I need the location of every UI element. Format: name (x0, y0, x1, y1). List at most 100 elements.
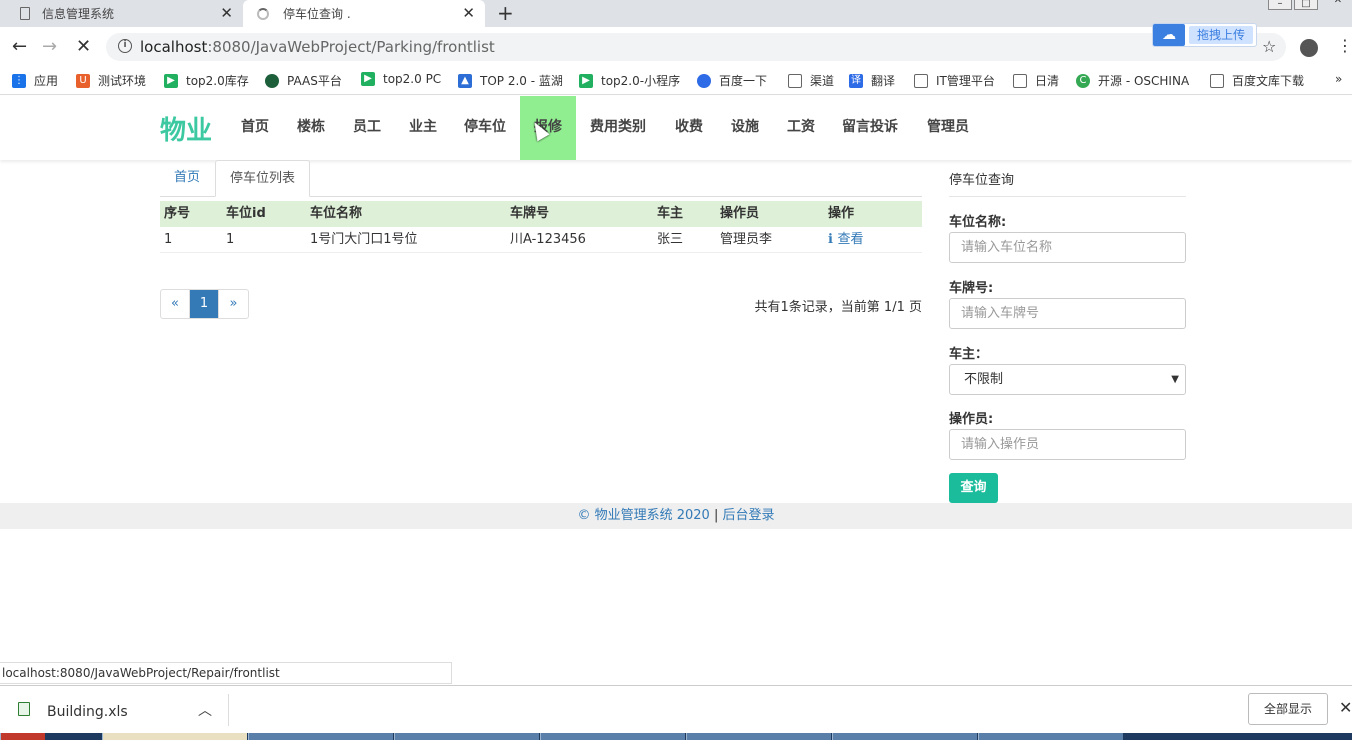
play-icon: ▶ (164, 73, 178, 88)
new-tab-icon[interactable]: + (497, 1, 514, 25)
column-header: 车位名称 (310, 206, 363, 221)
operator-input[interactable]: 请输入操作员 (949, 429, 1186, 460)
bookmark-item[interactable]: U 测试环境 (76, 72, 146, 89)
address-bar-url[interactable]: localhost:8080/JavaWebProject/Parking/fr… (140, 38, 495, 56)
bookmark-label: 日清 (1035, 74, 1060, 88)
show-all-downloads-button[interactable]: 全部显示 (1248, 693, 1328, 725)
nav-owner[interactable]: 业主 (400, 96, 446, 160)
os-taskbar (0, 733, 1352, 740)
bookmark-item[interactable]: C 开源 - OSCHINA (1076, 72, 1189, 89)
bookmark-item[interactable]: 百度文库下载 (1210, 72, 1304, 89)
upload-widget[interactable]: ☁ 拖拽上传 (1152, 23, 1257, 47)
column-header: 序号 (164, 206, 191, 221)
baidu-paw-icon (697, 73, 711, 88)
bookmark-item[interactable]: 百度一下 (697, 72, 767, 89)
nav-charges[interactable]: 收费 (666, 96, 712, 160)
bookmark-item[interactable]: ▶ top2.0-小程序 (579, 72, 680, 89)
column-header: 车牌号 (510, 206, 550, 221)
bookmark-item[interactable]: IT管理平台 (914, 72, 995, 89)
site-brand[interactable]: 物业 (160, 110, 212, 147)
taskbar-item[interactable] (540, 733, 685, 740)
breadcrumb: 首页 停车位列表 (160, 160, 922, 197)
bookmark-apps[interactable]: ⋮ 应用 (12, 72, 58, 89)
nav-salary[interactable]: 工资 (778, 96, 824, 160)
tab-title: 信息管理系统 (42, 7, 115, 21)
pagination-info: 共有1条记录，当前第 1/1 页 (754, 300, 922, 315)
copyright-text: © 物业管理系统 2020 (577, 508, 710, 523)
taskbar-item[interactable] (102, 733, 247, 740)
document-icon (788, 73, 802, 88)
taskbar-item[interactable] (832, 733, 977, 740)
minimize-icon[interactable]: – (1268, 0, 1292, 10)
play-icon: ▶ (361, 72, 375, 86)
taskbar-item[interactable] (248, 733, 393, 740)
forward-icon[interactable]: → (42, 36, 57, 57)
nav-home[interactable]: 首页 (232, 96, 278, 160)
bookmark-label: TOP 2.0 - 蓝湖 (480, 74, 563, 88)
bookmark-item[interactable]: ▶ top2.0库存 (164, 72, 249, 89)
bookmark-item[interactable]: ▶ top2.0 PC (361, 72, 441, 86)
browser-tab[interactable]: 信息管理系统 ✕ (0, 0, 243, 27)
bookmark-item[interactable]: 日清 (1013, 72, 1059, 89)
nav-staff[interactable]: 员工 (344, 96, 390, 160)
nav-admin[interactable]: 管理员 (918, 96, 978, 160)
column-header: 操作员 (720, 206, 760, 221)
close-tab-icon[interactable]: ✕ (220, 4, 233, 22)
menu-icon[interactable]: ⋮ (1337, 36, 1352, 55)
view-link-label: 查看 (837, 232, 864, 247)
apps-grid-icon: ⋮ (12, 73, 26, 88)
site-footer: © 物业管理系统 2020 | 后台登录 (0, 503, 1352, 529)
table-header: 序号 车位id 车位名称 车牌号 车主 操作员 操作 (160, 201, 922, 227)
nav-fee-category[interactable]: 费用类别 (582, 96, 654, 160)
bookmark-star-icon[interactable]: ☆ (1262, 37, 1276, 56)
bookmark-label: 测试环境 (98, 74, 147, 88)
owner-select[interactable]: 不限制 ▼ (949, 364, 1186, 395)
search-button[interactable]: 查询 (949, 473, 998, 503)
chevron-up-icon[interactable]: ︿ (198, 700, 212, 720)
stop-loading-icon[interactable]: ✕ (76, 36, 91, 57)
back-icon[interactable]: ← (12, 36, 27, 57)
taskbar-item[interactable] (978, 733, 1123, 740)
admin-login-link[interactable]: 后台登录 (723, 508, 775, 523)
site-info-icon[interactable]: i (118, 39, 132, 53)
taskbar-item[interactable] (394, 733, 539, 740)
nav-repair[interactable]: 报修 (520, 96, 576, 160)
bookmark-item[interactable]: 译翻译 (849, 72, 895, 89)
name-input[interactable]: 请输入车位名称 (949, 232, 1186, 263)
plate-label: 车牌号: (949, 281, 994, 296)
bookmark-label: 百度文库下载 (1232, 74, 1305, 88)
plate-input[interactable]: 请输入车牌号 (949, 298, 1186, 329)
bookmark-item[interactable]: PAAS平台 (265, 72, 342, 89)
column-header: 车主 (657, 206, 684, 221)
profile-icon[interactable] (1300, 39, 1318, 57)
page-current[interactable]: 1 (190, 290, 219, 318)
bookmark-item[interactable]: ▲ TOP 2.0 - 蓝湖 (458, 72, 563, 89)
page-next[interactable]: » (219, 290, 248, 318)
breadcrumb-home[interactable]: 首页 (160, 160, 214, 197)
cell-operator: 管理员李 (720, 232, 773, 247)
table-row: 1 1 1号门大门口1号位 川A-123456 张三 管理员李 ℹ 查看 (160, 227, 922, 253)
owner-select-value: 不限制 (964, 372, 1004, 387)
taskbar-item[interactable] (686, 733, 831, 740)
view-link[interactable]: ℹ 查看 (828, 227, 863, 253)
document-icon (1013, 73, 1027, 88)
maximize-icon[interactable]: □ (1294, 0, 1318, 10)
window-close-icon[interactable]: ✕ (1326, 0, 1350, 8)
close-tab-icon[interactable]: ✕ (462, 4, 475, 22)
bookmarks-more-icon[interactable]: » (1335, 72, 1342, 86)
bookmark-label: IT管理平台 (936, 74, 995, 88)
browser-tab-active[interactable]: 停车位查询 . ✕ (243, 0, 485, 27)
bookmark-item[interactable]: 渠道 (788, 72, 834, 89)
nav-facilities[interactable]: 设施 (722, 96, 768, 160)
start-icon[interactable] (0, 733, 45, 740)
download-bar: Building.xls ︿ 全部显示 ✕ (0, 685, 1352, 733)
nav-parking[interactable]: 停车位 (456, 96, 514, 160)
download-file-name[interactable]: Building.xls (47, 704, 128, 720)
close-icon[interactable]: ✕ (1339, 698, 1352, 717)
url-path: :8080/JavaWebProject/Parking/frontlist (207, 38, 495, 56)
nav-building[interactable]: 楼栋 (288, 96, 334, 160)
operator-label: 操作员: (949, 412, 994, 427)
nav-complaints[interactable]: 留言投诉 (834, 96, 906, 160)
page-prev[interactable]: « (161, 290, 190, 318)
cell-plate: 川A-123456 (510, 232, 586, 247)
